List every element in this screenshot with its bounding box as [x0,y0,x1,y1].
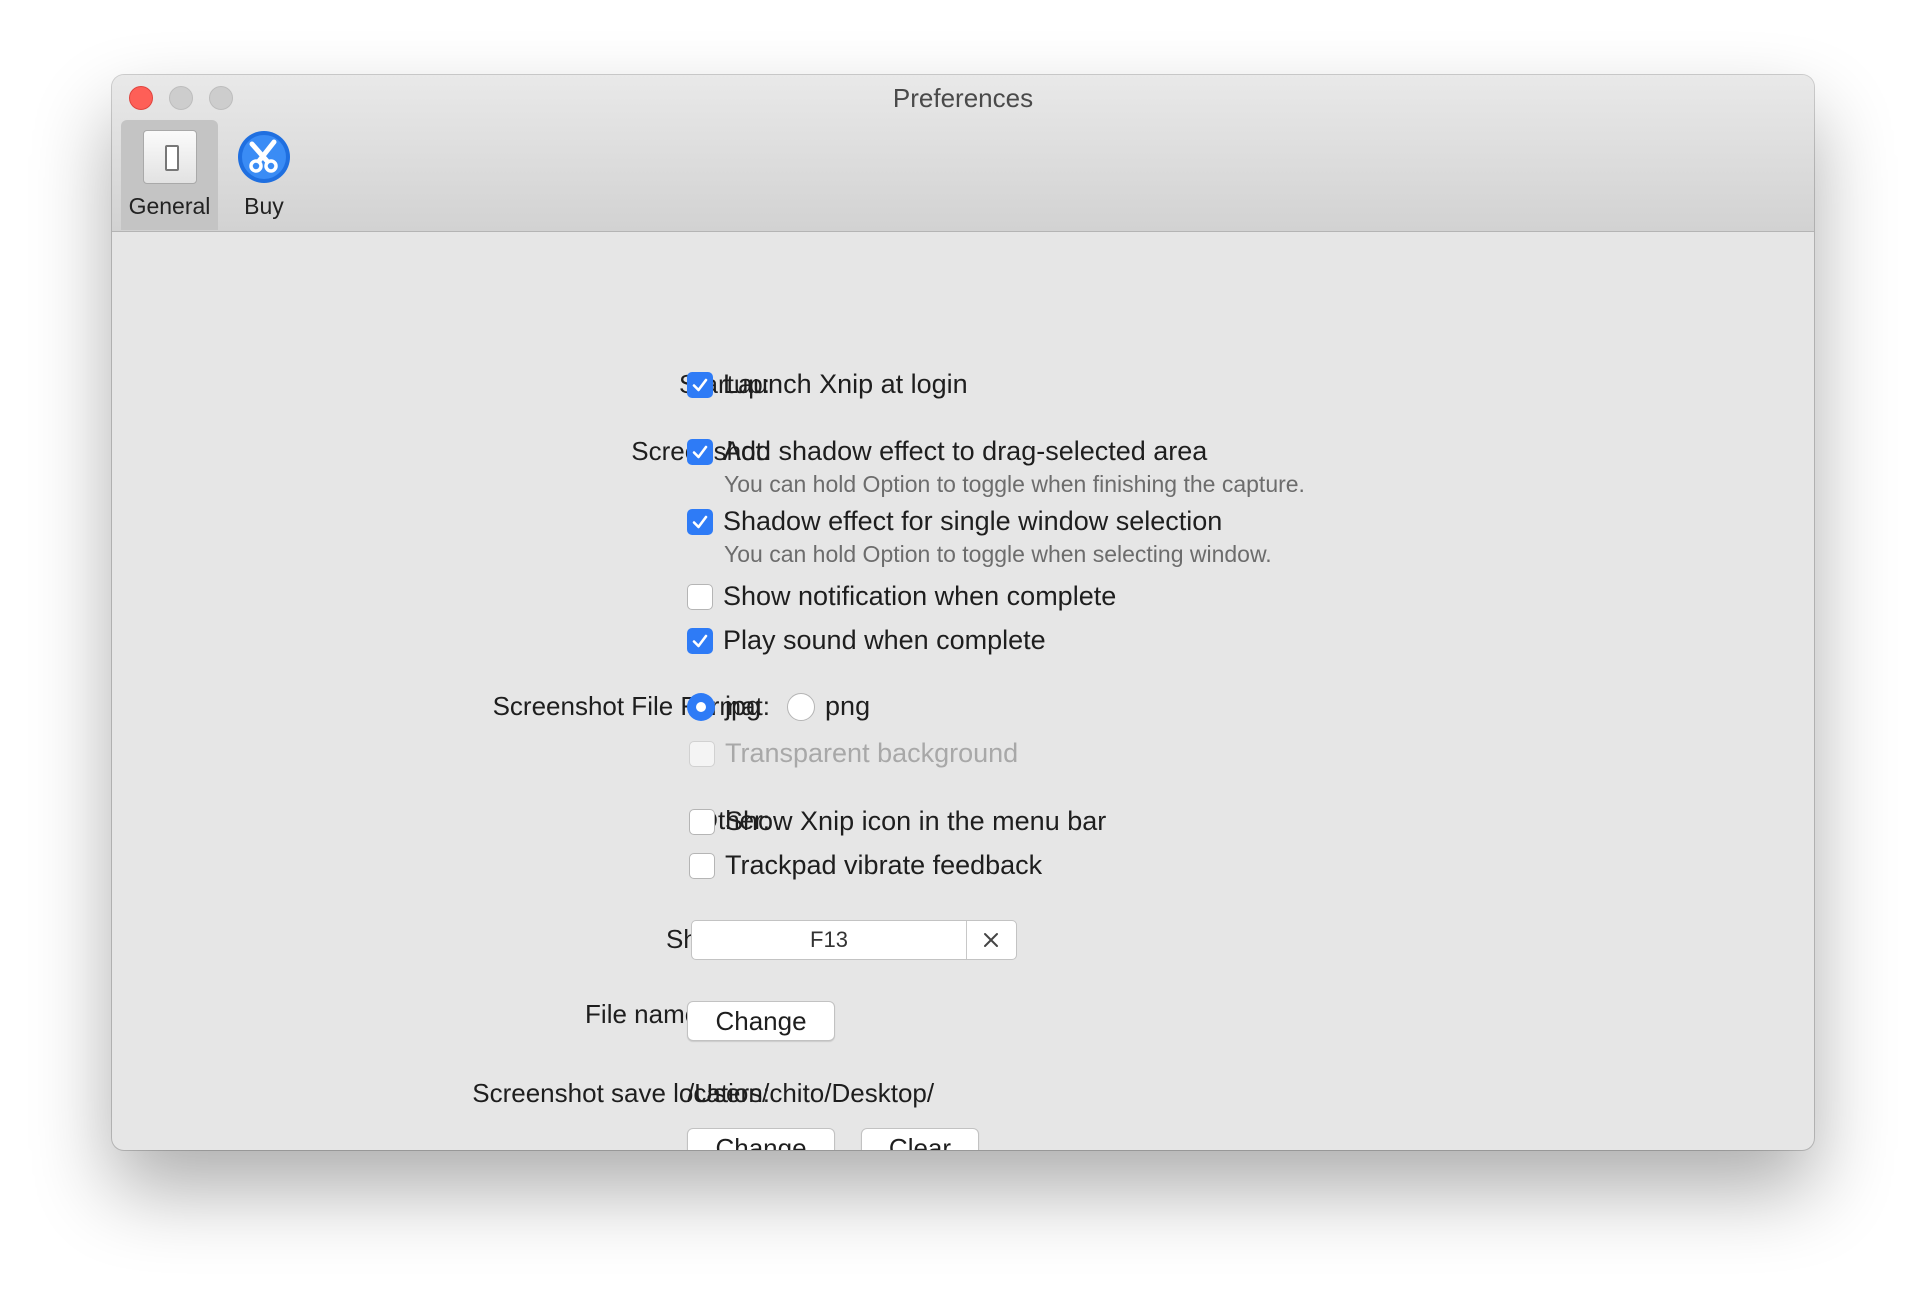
transparent-background-label: Transparent background [725,738,1019,768]
shadow-drag-label: Add shadow effect to drag-selected area [723,436,1208,466]
title-bar: Preferences General Buy [112,75,1814,232]
launch-at-login-option[interactable]: Launch Xnip at login [687,369,968,400]
xnip-logo-icon [237,130,291,189]
jpg-label: jpg [725,691,762,721]
save-location-clear-button[interactable]: Clear [861,1128,979,1150]
clear-shortcut-button[interactable] [966,921,1016,959]
shadow-window-checkbox[interactable] [687,508,713,535]
play-sound-option[interactable]: Play sound when complete [687,625,1046,656]
trackpad-feedback-option[interactable]: Trackpad vibrate feedback [689,850,1042,881]
close-icon [984,933,998,947]
save-location-path: /Users/chito/Desktop/ [687,1078,935,1108]
png-radio[interactable] [787,692,816,721]
tab-buy[interactable]: Buy [224,120,304,230]
transparent-background-option: Transparent background [689,738,1018,769]
jpg-radio[interactable] [687,692,715,721]
launch-at-login-label: Launch Xnip at login [723,369,968,399]
tab-buy-label: Buy [244,193,284,219]
window-title: Preferences [892,83,1034,113]
shortcut-recorder[interactable]: F13 [691,920,1017,960]
shadow-drag-checkbox[interactable] [687,438,713,465]
show-notification-option[interactable]: Show notification when complete [687,581,1116,612]
shadow-drag-option[interactable]: Add shadow effect to drag-selected area [687,436,1207,467]
show-notification-label: Show notification when complete [723,581,1117,611]
shadow-drag-hint: You can hold Option to toggle when finis… [724,471,1305,497]
png-label: png [825,691,871,721]
shadow-window-hint: You can hold Option to toggle when selec… [724,541,1272,567]
checkmark-icon [692,634,708,647]
play-sound-label: Play sound when complete [723,625,1046,655]
shadow-window-label: Shadow effect for single window selectio… [723,506,1223,536]
menu-bar-icon-option[interactable]: Show Xnip icon in the menu bar [689,806,1106,837]
checkmark-icon [692,515,708,528]
shadow-window-option[interactable]: Shadow effect for single window selectio… [687,506,1222,537]
trackpad-feedback-checkbox[interactable] [689,852,715,879]
transparent-background-checkbox [689,740,715,767]
menu-bar-icon-label: Show Xnip icon in the menu bar [725,806,1107,836]
checkmark-icon [692,445,708,458]
switch-icon [142,130,197,184]
file-name-rules-change-button[interactable]: Change [687,1001,835,1041]
trackpad-feedback-label: Trackpad vibrate feedback [725,850,1043,880]
checkmark-icon [692,378,708,391]
tab-general-label: General [128,193,211,219]
preferences-window: Preferences General Buy Startup: Launch … [112,75,1814,1150]
launch-at-login-checkbox[interactable] [687,371,713,398]
file-format-radio-group: jpg png [687,691,870,722]
save-location-change-button[interactable]: Change [687,1128,835,1150]
shortcut-key-field[interactable]: F13 [692,921,967,959]
tab-general[interactable]: General [121,120,218,230]
menu-bar-icon-checkbox[interactable] [689,808,715,835]
show-notification-checkbox[interactable] [687,583,713,610]
play-sound-checkbox[interactable] [687,627,713,654]
